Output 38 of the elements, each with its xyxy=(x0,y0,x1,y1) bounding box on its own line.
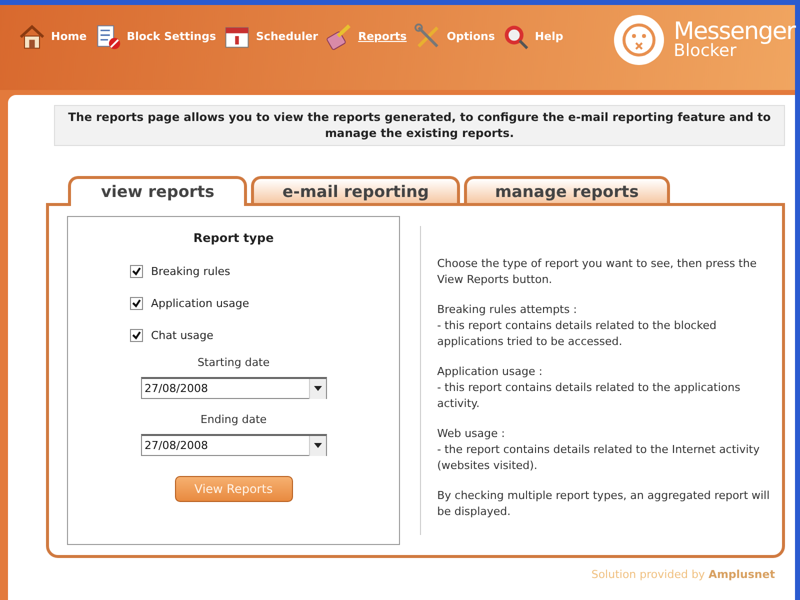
report-type-title: Report type xyxy=(193,231,274,246)
checkbox-label: Breaking rules xyxy=(151,265,230,278)
checkbox[interactable] xyxy=(130,265,143,278)
dropdown-arrow-icon xyxy=(314,443,322,448)
date-label: Starting date xyxy=(197,356,270,370)
help-paragraph: Web usage : - the report contains details related to the Internet activity (websites visited). xyxy=(437,426,761,474)
tab[interactable]: e-mail reporting xyxy=(251,176,460,204)
footer-credit: Solution provided by Amplusnet xyxy=(591,568,775,582)
nav-item[interactable]: Home xyxy=(18,22,87,50)
dropdown-arrow-icon xyxy=(314,386,322,392)
nav-item[interactable]: Block Settings xyxy=(94,22,216,50)
nav-item[interactable]: Scheduler xyxy=(223,22,318,50)
date-label: Ending date xyxy=(200,413,267,426)
checkmark-icon xyxy=(132,331,141,340)
help-paragraph: Application usage : - this report contains details related to the applications activity. xyxy=(437,364,742,412)
date-dropdown[interactable]: 27/08/2008 xyxy=(140,377,327,400)
nav-item[interactable]: Help xyxy=(502,22,564,50)
checkbox[interactable] xyxy=(130,329,143,342)
tab[interactable]: view reports xyxy=(68,176,248,206)
home-icon xyxy=(18,22,46,50)
nav-item[interactable]: Reports xyxy=(325,22,407,50)
logo-title: Messenger xyxy=(674,19,795,43)
help-paragraph: By checking multiple report types, an aggregated report will be displayed. xyxy=(437,488,771,520)
checkmark-icon xyxy=(132,299,141,308)
logo-subtitle: Blocker xyxy=(674,43,736,60)
view-reports-button[interactable]: View Reports xyxy=(174,476,293,502)
checkbox[interactable] xyxy=(130,297,143,310)
nav-item[interactable]: Options xyxy=(414,22,495,50)
intro-text: The reports page allows you to view the reports generated, to configure the e-mail reporting feature and to manage the existing reports. xyxy=(54,105,785,146)
checkmark-icon xyxy=(132,267,141,276)
broom-icon xyxy=(325,22,354,50)
help-paragraph: Breaking rules attempts : - this report contains details related to the blocked applications tried to be accessed. xyxy=(437,302,718,350)
checkbox-label: Application usage xyxy=(151,297,250,310)
date-dropdown[interactable]: 27/08/2008 xyxy=(140,434,327,456)
tab[interactable]: manage reports xyxy=(464,176,670,204)
checkbox-label: Chat usage xyxy=(151,329,214,342)
help-paragraph: Choose the type of report you want to see, then press the View Reports button. xyxy=(437,256,758,288)
face-logo-icon xyxy=(612,12,666,66)
